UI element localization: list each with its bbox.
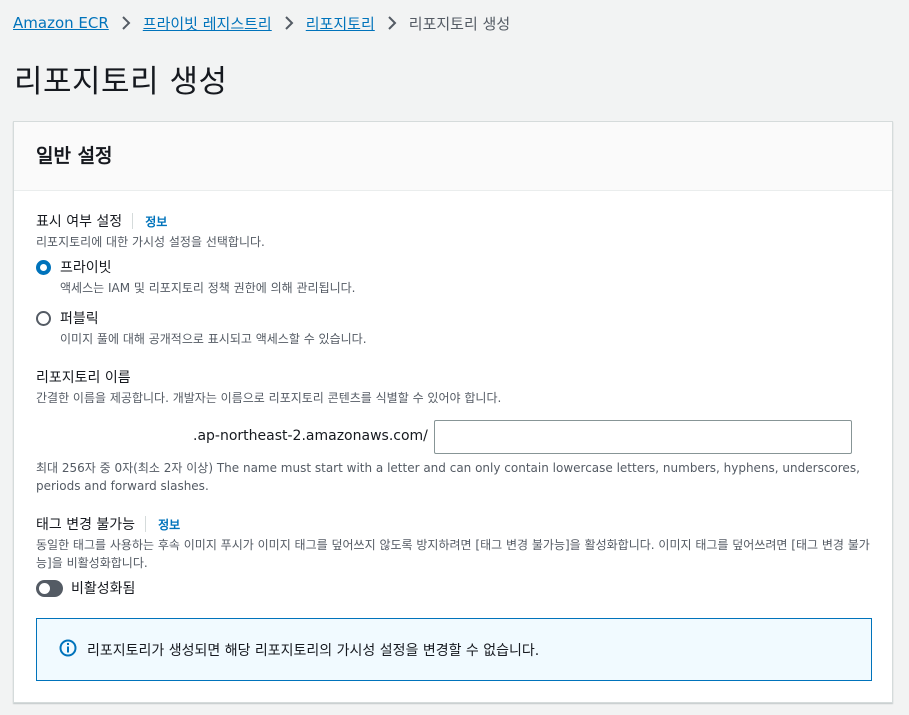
chevron-right-icon (387, 16, 397, 30)
visibility-label-row: 표시 여부 설정 정보 (36, 211, 167, 231)
repo-name-label: 리포지토리 이름 (36, 370, 131, 386)
tag-immutability-info-link[interactable]: 정보 (158, 516, 180, 533)
repo-name-label-row: 리포지토리 이름 (36, 367, 131, 387)
public-description: 이미지 풀에 대해 공개적으로 표시되고 액세스할 수 있습니다. (60, 332, 367, 346)
page-title: 리포지토리 생성 (14, 64, 228, 100)
panel-header: 일반 설정 (14, 122, 892, 191)
repo-name-input[interactable] (434, 420, 852, 454)
general-settings-panel: 일반 설정 표시 여부 설정 정보 리포지토리에 대한 가시성 설정을 선택합니… (13, 121, 893, 703)
private-description: 액세스는 IAM 및 리포지토리 정책 권한에 의해 관리됩니다. (60, 281, 356, 295)
visibility-info-alert: 리포지토리가 생성되면 해당 리포지토리의 가시성 설정을 변경할 수 없습니다… (36, 618, 872, 681)
breadcrumb-private-registry[interactable]: 프라이빗 레지스트리 (143, 13, 272, 34)
tag-immutability-label-row: 태그 변경 불가능 정보 (36, 514, 180, 534)
tag-immutability-toggle[interactable] (36, 580, 63, 597)
breadcrumb-repositories[interactable]: 리포지토리 (306, 13, 375, 34)
alert-text: 리포지토리가 생성되면 해당 리포지토리의 가시성 설정을 변경할 수 없습니다… (87, 642, 540, 659)
panel-title: 일반 설정 (36, 145, 113, 167)
tag-immutability-toggle-label: 비활성화됨 (71, 581, 136, 597)
divider (145, 516, 147, 532)
chevron-right-icon (284, 16, 294, 30)
info-icon (59, 639, 77, 661)
visibility-description: 리포지토리에 대한 가시성 설정을 선택합니다. (36, 235, 265, 249)
repo-name-constraint: 최대 256자 중 0자(최소 2자 이상) The name must sta… (36, 461, 860, 493)
public-radio[interactable] (36, 311, 51, 326)
public-radio-label[interactable]: 퍼블릭 (60, 308, 99, 328)
visibility-info-link[interactable]: 정보 (145, 213, 167, 230)
breadcrumb-current: 리포지토리 생성 (408, 14, 511, 33)
breadcrumb-amazon-ecr[interactable]: Amazon ECR (13, 14, 109, 32)
tag-immutability-label: 태그 변경 불가능 (36, 517, 136, 533)
divider (132, 213, 134, 229)
repo-name-description: 간결한 이름을 제공합니다. 개발자는 이름으로 리포지토리 콘텐츠를 식별할 … (36, 391, 502, 405)
tag-immutability-description: 동일한 태그를 사용하는 후속 이미지 푸시가 이미지 태그를 덮어쓰지 않도록… (36, 538, 870, 570)
visibility-label: 표시 여부 설정 (36, 214, 123, 230)
private-radio[interactable] (36, 260, 51, 275)
chevron-right-icon (121, 16, 131, 30)
breadcrumb: Amazon ECR 프라이빗 레지스트리 리포지토리 리포지토리 생성 (13, 12, 510, 34)
private-radio-label[interactable]: 프라이빗 (60, 257, 112, 277)
repo-uri-prefix: .ap-northeast-2.amazonaws.com/ (193, 428, 428, 444)
toggle-knob (39, 583, 50, 594)
